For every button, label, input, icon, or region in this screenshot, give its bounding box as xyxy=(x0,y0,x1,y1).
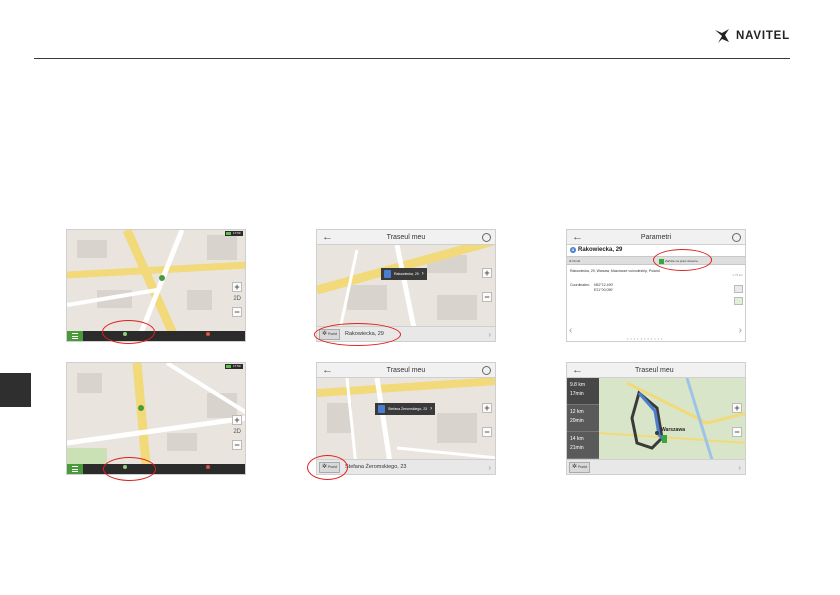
highlight-ellipse xyxy=(307,455,348,480)
zoom-out-button[interactable]: − xyxy=(232,440,242,450)
route-alternatives: 9.8 km 17min 12 km 20min 14 km 21min xyxy=(567,378,599,461)
chapter-tab xyxy=(0,373,31,407)
selected-address: Stefana Żeromskiego, 23 xyxy=(345,464,407,470)
brand-name: NAVITEL xyxy=(736,30,790,42)
header-divider xyxy=(34,58,790,59)
popup-address: Stefana Żeromskiego, 23 xyxy=(388,407,428,411)
top-bar: ← Traseul meu xyxy=(567,363,745,378)
map-view[interactable] xyxy=(67,363,246,475)
settings-icon[interactable] xyxy=(482,366,491,375)
zoom-in-button[interactable]: + xyxy=(482,403,492,413)
clock-text: 17:59 xyxy=(233,231,241,235)
chevron-right-icon: › xyxy=(421,271,424,277)
route-button[interactable]: ✲ Punkt xyxy=(569,462,590,473)
screenshot-route-point-2: ← Traseul meu Stefana Żeromskiego, 23 › … xyxy=(316,362,496,475)
battery-status: 17:59 xyxy=(225,231,243,236)
highlight-ellipse xyxy=(653,249,712,271)
coordinates-label: Coordinates: xyxy=(570,283,590,287)
route-button[interactable]: ✲ Punkt xyxy=(569,258,580,264)
chevron-right-icon[interactable]: › xyxy=(488,460,491,474)
screenshot-main-map-2: 17:59 + 2D − xyxy=(66,362,246,475)
bottom-bar: ✲ Punkt › xyxy=(567,459,745,474)
top-bar: ← Traseul meu xyxy=(317,363,495,378)
route-option[interactable]: 9.8 km 17min xyxy=(567,378,599,405)
settings-icon[interactable] xyxy=(482,233,491,242)
route-time: 17min xyxy=(570,391,584,397)
screen-title: Traseul meu xyxy=(386,234,426,241)
copy-coordinates-button[interactable] xyxy=(734,285,743,293)
main-toolbar xyxy=(67,331,245,341)
city-label: Warszawa xyxy=(661,427,685,433)
highlight-ellipse xyxy=(102,320,155,344)
screenshot-route-overview: ← Traseul meu 9.8 km 17min 12 km 20min 1… xyxy=(566,362,746,475)
chevron-right-icon: › xyxy=(430,406,433,412)
zoom-in-button[interactable]: + xyxy=(482,268,492,278)
zoom-out-button[interactable]: − xyxy=(482,427,492,437)
route-distance: 9.8 km xyxy=(570,382,586,388)
prev-page-arrow[interactable]: ‹ xyxy=(569,325,572,336)
navitel-emblem-icon xyxy=(715,29,729,43)
zoom-out-button[interactable]: − xyxy=(482,292,492,302)
add-favorite-button[interactable] xyxy=(734,297,743,305)
route-flag-icon: ✲ xyxy=(569,259,572,263)
page-indicator: ••••••••••• xyxy=(627,336,665,341)
poi-icon[interactable] xyxy=(206,332,210,336)
full-address: Rakowiecka, 29, Warsaw, Mazowsze voivode… xyxy=(570,269,660,273)
distance-value: 1.79 km xyxy=(732,273,743,277)
route-time: 21min xyxy=(570,445,584,451)
route-button-label: Punkt xyxy=(572,259,581,263)
battery-status: 17:59 xyxy=(225,364,243,369)
zoom-out-button[interactable]: − xyxy=(232,307,242,317)
hamburger-icon[interactable] xyxy=(67,464,83,474)
pin-a-icon: A xyxy=(570,247,576,253)
highlight-ellipse xyxy=(314,323,401,346)
top-bar: ← Parametri xyxy=(567,230,745,245)
place-title: A Rakowiecka, 29 xyxy=(570,247,622,253)
screen-title: Traseul meu xyxy=(635,367,674,374)
top-bar: ← Traseul meu xyxy=(317,230,495,245)
screen-title: Traseul meu xyxy=(386,367,426,374)
main-toolbar xyxy=(67,464,245,474)
house-icon xyxy=(378,405,385,413)
route-option[interactable]: 12 km 20min xyxy=(567,405,599,432)
latitude-value: N52°12.490' xyxy=(594,283,614,287)
location-popup[interactable]: Rakowiecka, 29 › xyxy=(381,268,427,280)
longitude-value: E21°00.050' xyxy=(594,288,614,292)
route-option[interactable]: 14 km 21min xyxy=(567,432,599,459)
screenshot-parameters: ← Parametri A Rakowiecka, 29 ✲ Punkt Začn… xyxy=(566,229,746,342)
route-button-label: Punkt xyxy=(578,465,587,469)
poi-icon[interactable] xyxy=(206,465,210,469)
back-arrow-icon[interactable]: ← xyxy=(572,363,583,378)
battery-icon xyxy=(226,365,231,368)
settings-icon[interactable] xyxy=(732,233,741,242)
route-flag-icon: ✲ xyxy=(572,464,578,470)
highlight-ellipse xyxy=(103,457,156,481)
place-name: Rakowiecka, 29 xyxy=(578,247,623,253)
view-mode-toggle[interactable]: 2D xyxy=(233,429,241,435)
zoom-in-button[interactable]: + xyxy=(232,282,242,292)
hamburger-icon[interactable] xyxy=(67,331,83,341)
route-distance: 12 km xyxy=(570,409,584,415)
screen-title: Parametri xyxy=(640,234,672,241)
clock-text: 17:59 xyxy=(233,364,241,368)
zoom-in-button[interactable]: + xyxy=(232,415,242,425)
zoom-in-button[interactable]: + xyxy=(732,403,742,413)
map-view[interactable] xyxy=(67,230,246,342)
route-distance: 14 km xyxy=(570,436,584,442)
popup-address: Rakowiecka, 29 xyxy=(394,272,419,276)
navitel-logo: NAVITEL xyxy=(712,26,790,46)
view-mode-toggle[interactable]: 2D xyxy=(233,296,241,302)
location-popup[interactable]: Stefana Żeromskiego, 23 › xyxy=(375,403,436,415)
screenshot-main-map: 17:59 + 2D − xyxy=(66,229,246,342)
route-time: 20min xyxy=(570,418,584,424)
zoom-out-button[interactable]: − xyxy=(732,427,742,437)
house-icon xyxy=(384,270,391,278)
next-page-arrow[interactable]: › xyxy=(739,325,742,336)
battery-icon xyxy=(226,232,231,235)
chevron-right-icon[interactable]: › xyxy=(738,460,741,474)
chevron-right-icon[interactable]: › xyxy=(488,327,491,341)
